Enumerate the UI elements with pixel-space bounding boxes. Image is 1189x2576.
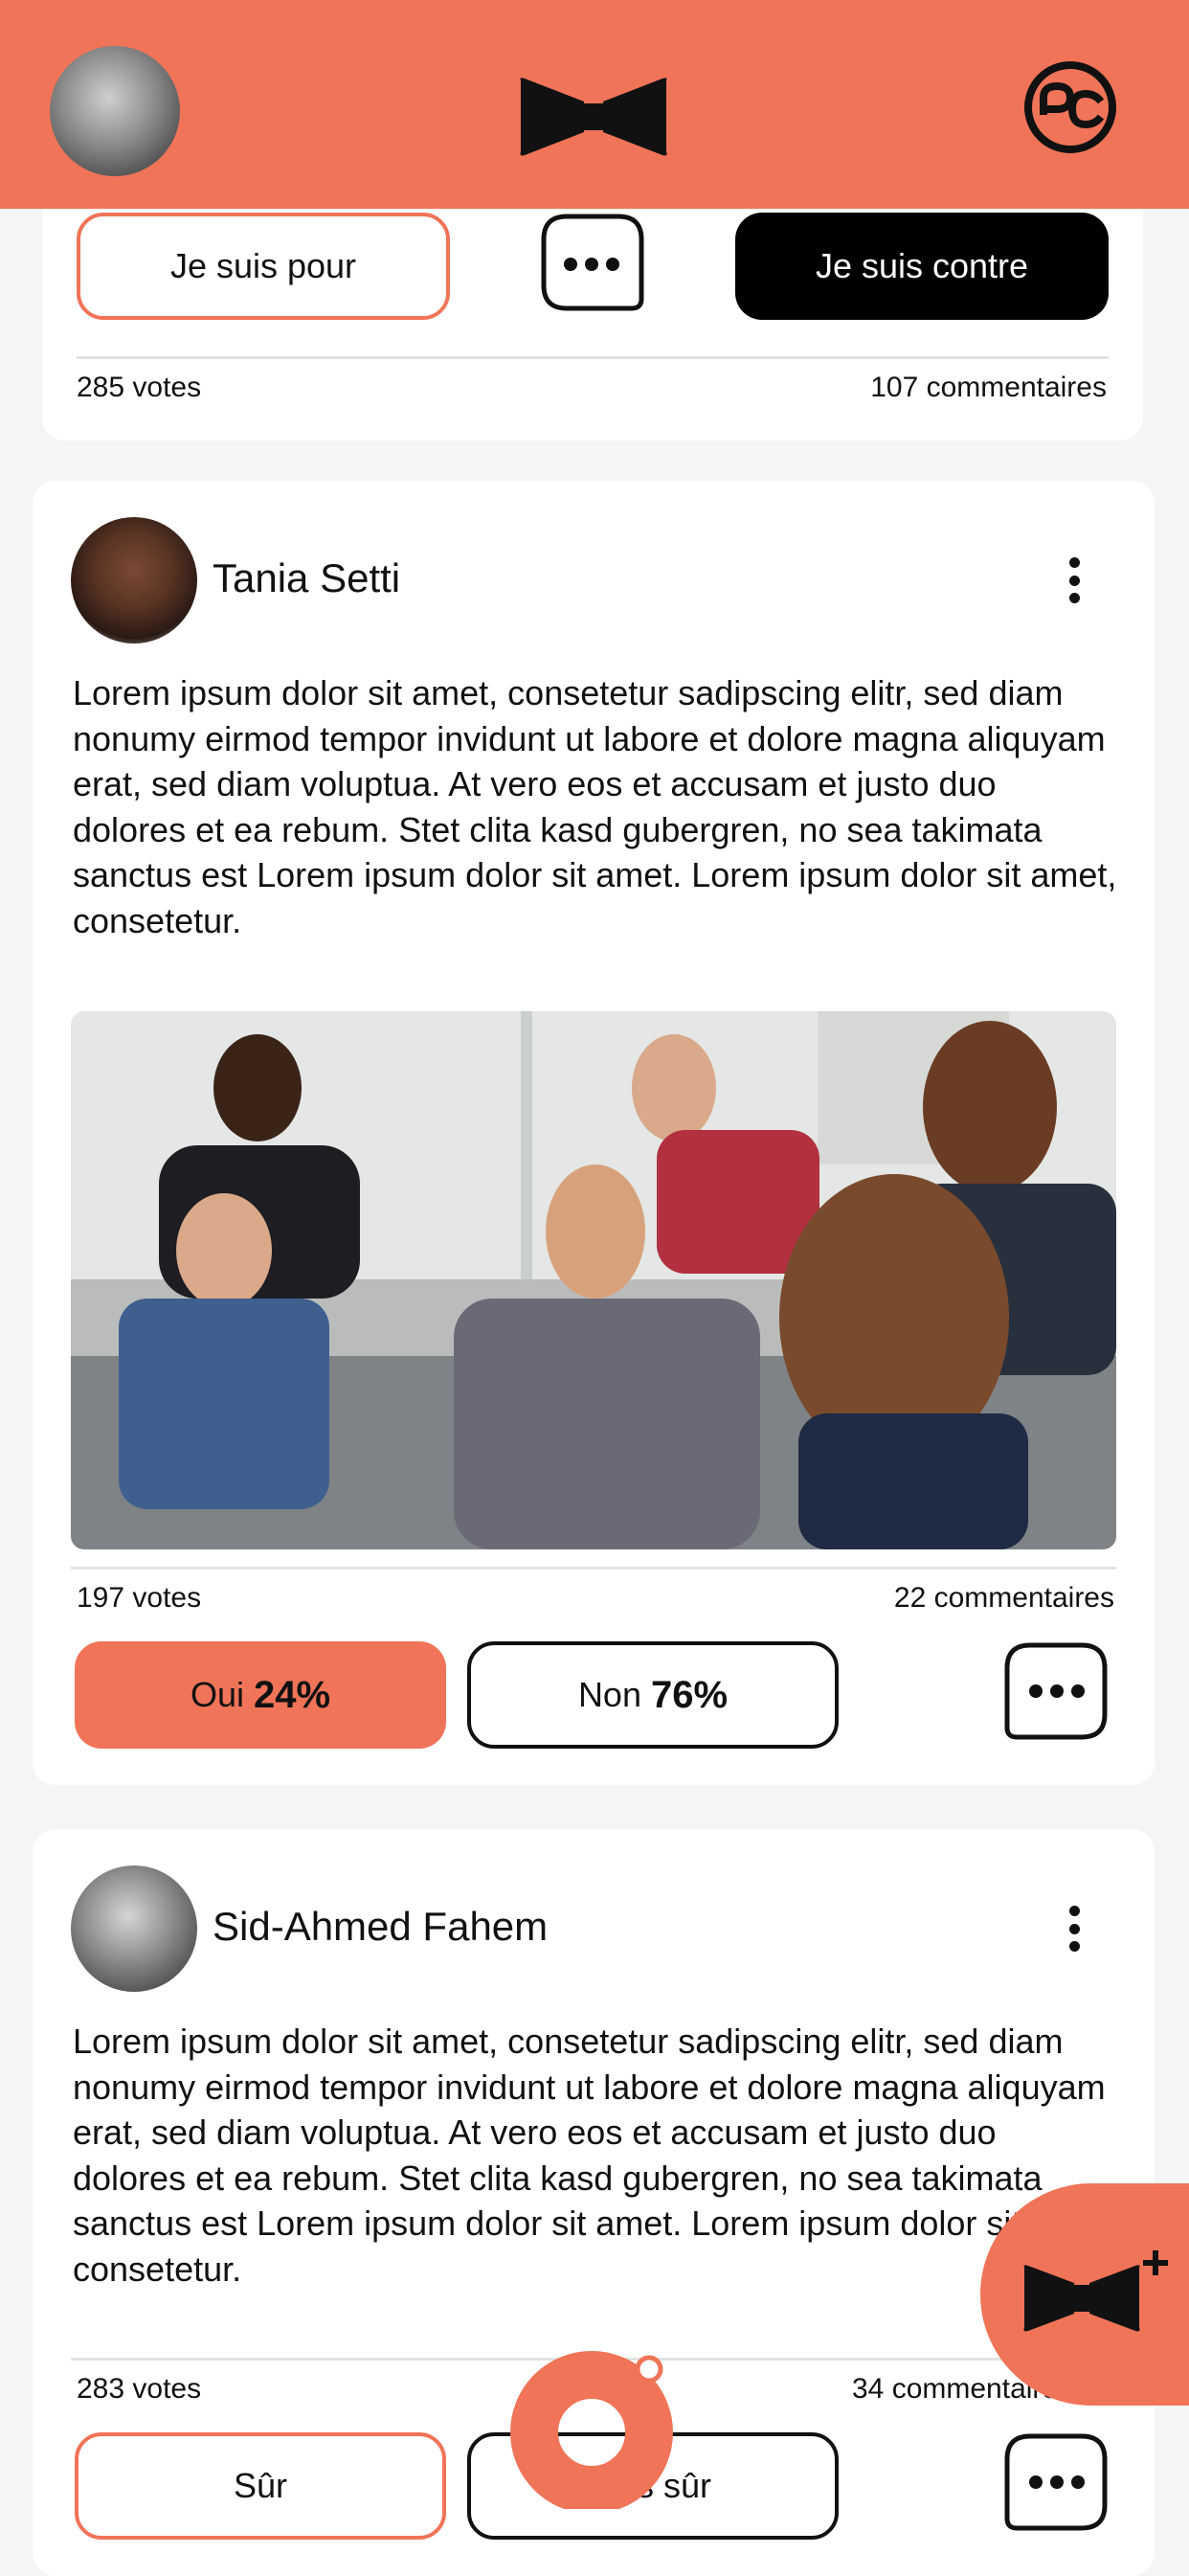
more-options-icon[interactable] [1068, 1906, 1080, 1952]
sure-label: Sûr [233, 2466, 288, 2505]
pc-logo-icon[interactable] [1022, 59, 1118, 155]
yes-vote-button[interactable]: Oui 24% [75, 1641, 446, 1749]
for-button-label: Je suis pour [169, 246, 357, 285]
profile-avatar[interactable] [50, 46, 180, 176]
no-vote-button[interactable]: Non 76% [467, 1641, 839, 1749]
comment-bubble-icon[interactable] [538, 213, 645, 320]
vote-count: 285 votes [77, 372, 202, 403]
author-name[interactable]: Tania Setti [213, 555, 400, 601]
author-avatar[interactable] [71, 1865, 197, 1992]
comment-count[interactable]: 22 commentaires [894, 1582, 1114, 1615]
post-image[interactable] [71, 1011, 1116, 1549]
comment-bubble-icon[interactable] [1003, 2432, 1110, 2540]
vote-count: 197 votes [77, 1582, 202, 1614]
no-label: Non [577, 1675, 641, 1714]
home-orb-icon[interactable] [509, 2344, 674, 2509]
comment-bubble-icon[interactable] [1003, 1641, 1110, 1749]
for-button[interactable]: Je suis pour [77, 213, 450, 320]
author-name[interactable]: Sid-Ahmed Fahem [213, 1904, 548, 1950]
app-header [0, 0, 1189, 209]
bowtie-plus-icon [1023, 2250, 1168, 2332]
post-text: Lorem ipsum dolor sit amet, consetetur s… [73, 2022, 1117, 2289]
against-button-label: Je suis contre [815, 246, 1029, 285]
divider [71, 1567, 1116, 1570]
sure-button[interactable]: Sûr [75, 2432, 446, 2540]
comment-count[interactable]: 107 commentaires [870, 372, 1107, 404]
yes-label: Oui [190, 1675, 244, 1714]
no-percent: 76% [650, 1673, 729, 1716]
against-button[interactable]: Je suis contre [735, 213, 1109, 320]
more-options-icon[interactable] [1068, 557, 1080, 603]
new-post-button[interactable] [980, 2183, 1189, 2406]
bowtie-logo-icon[interactable] [517, 71, 670, 163]
vote-count: 283 votes [77, 2373, 202, 2405]
divider [77, 356, 1109, 359]
meeting-photo-illustration [71, 1011, 1116, 1549]
yes-percent: 24% [253, 1673, 331, 1716]
author-avatar[interactable] [71, 517, 197, 644]
post-text: Lorem ipsum dolor sit amet, consetetur s… [73, 673, 1117, 940]
